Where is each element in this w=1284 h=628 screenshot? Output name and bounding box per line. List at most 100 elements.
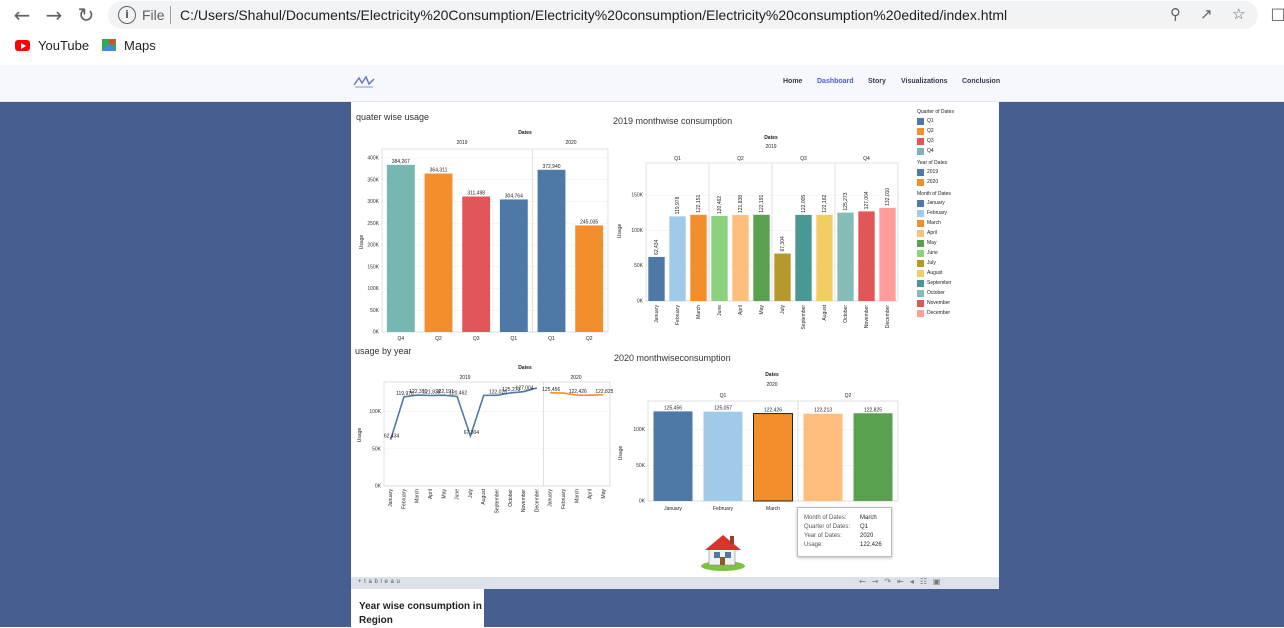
usage-by-year-chart: Dates 2019 2020 Usage 100K 50K 0K 62,434 Ja… bbox=[357, 365, 613, 513]
c2-data-label: 125,273 bbox=[843, 192, 849, 210]
legend-month-item-label: January bbox=[927, 200, 945, 206]
c2-year: 2019 bbox=[765, 144, 776, 150]
legend-quarter-item-label: Q3 bbox=[927, 138, 934, 144]
c4-bar[interactable] bbox=[753, 413, 793, 502]
legend-quarter-item[interactable]: Q1 bbox=[917, 116, 997, 126]
c2-bar[interactable] bbox=[732, 215, 749, 301]
legend-month-item[interactable]: May bbox=[917, 238, 997, 248]
share-icon[interactable]: ↗ bbox=[1200, 5, 1213, 23]
legend-month-item-swatch bbox=[917, 209, 924, 217]
c1-bar[interactable] bbox=[462, 196, 491, 332]
region-card[interactable]: Year wise consumption in Region bbox=[351, 589, 484, 627]
nav-home[interactable]: Home bbox=[783, 78, 802, 85]
bookmark-youtube[interactable]: YouTube bbox=[38, 38, 89, 53]
tooltip: Month of Dates: March Quarter of Dates: Q1… bbox=[797, 507, 892, 557]
c3-data-label: 62,434 bbox=[384, 434, 400, 440]
c2-xtick: October bbox=[843, 305, 849, 323]
nav-conclusion[interactable]: Conclusion bbox=[962, 78, 1000, 85]
c4-bar[interactable] bbox=[803, 413, 843, 501]
c2-ytick: 150K bbox=[631, 193, 643, 199]
address-bar[interactable]: i File C:/Users/Shahul/Documents/Electri… bbox=[108, 1, 1258, 29]
legend-month-item[interactable]: October bbox=[917, 288, 997, 298]
c2-bar[interactable] bbox=[648, 256, 665, 301]
reload-icon[interactable]: ↻ bbox=[74, 3, 98, 27]
nav-story[interactable]: Story bbox=[868, 78, 886, 85]
legend-quarter-item[interactable]: Q4 bbox=[917, 146, 997, 156]
nav-dashboard[interactable]: Dashboard bbox=[817, 78, 854, 85]
back-icon[interactable]: ← bbox=[10, 3, 34, 27]
c2-bar[interactable] bbox=[753, 214, 770, 301]
c3-data-label: 125,456 bbox=[542, 387, 560, 393]
c1-data-label: 245,035 bbox=[580, 219, 598, 225]
c2-bar[interactable] bbox=[690, 214, 707, 301]
sidepanel-icon[interactable]: □ bbox=[1266, 2, 1284, 26]
c2-bar[interactable] bbox=[837, 212, 854, 301]
legend-month-item[interactable]: March bbox=[917, 218, 997, 228]
tooltip-row: Usage: 122,426 bbox=[804, 542, 882, 548]
c2-bar[interactable] bbox=[795, 214, 812, 301]
c1-header: Dates bbox=[518, 130, 532, 136]
tableau-logo[interactable]: + t a b l e a u bbox=[358, 579, 400, 585]
c4-bar[interactable] bbox=[653, 411, 693, 501]
c1-ytick: 350K bbox=[367, 177, 379, 183]
home-icon[interactable] bbox=[700, 530, 746, 572]
c2-bar[interactable] bbox=[816, 214, 833, 301]
address-divider bbox=[170, 6, 171, 24]
c4-bar[interactable] bbox=[853, 413, 893, 501]
legend-month-item-label: May bbox=[927, 240, 937, 246]
star-icon[interactable]: ☆ bbox=[1232, 5, 1245, 23]
c1-ytick: 200K bbox=[367, 243, 379, 249]
legend-month-item[interactable]: June bbox=[917, 248, 997, 258]
c4-year: 2020 bbox=[766, 382, 777, 388]
c1-bar[interactable] bbox=[424, 173, 453, 332]
tableau-toolbar: + t a b l e a u ←→↷⇤◂☷▣ bbox=[351, 577, 999, 589]
site-navbar: Home Dashboard Story Visualizations Conc… bbox=[0, 65, 1284, 102]
legend-quarter-item-swatch bbox=[917, 117, 924, 125]
forward-icon[interactable]: → bbox=[42, 3, 66, 27]
c1-bar[interactable] bbox=[537, 169, 566, 332]
legend-month-item[interactable]: January bbox=[917, 198, 997, 208]
legend-quarter-item[interactable]: Q2 bbox=[917, 126, 997, 136]
c1-bar[interactable] bbox=[575, 225, 604, 332]
legend-month-item[interactable]: November bbox=[917, 298, 997, 308]
legend-month-item[interactable]: July bbox=[917, 258, 997, 268]
c1-data-label: 304,764 bbox=[505, 193, 523, 199]
legend-month-item[interactable]: December bbox=[917, 308, 997, 318]
legend-year-item-swatch bbox=[917, 168, 924, 176]
c1-bar[interactable] bbox=[386, 164, 415, 332]
info-icon[interactable]: i bbox=[118, 6, 136, 24]
nav-visualizations[interactable]: Visualizations bbox=[901, 78, 948, 85]
legend-month-item[interactable]: September bbox=[917, 278, 997, 288]
legend-quarter-item[interactable]: Q3 bbox=[917, 136, 997, 146]
c3-xtick: April bbox=[428, 489, 434, 499]
c4-bar[interactable] bbox=[703, 411, 743, 501]
legend-quarter-title: Quarter of Dates bbox=[917, 109, 954, 115]
legend-month-item[interactable]: April bbox=[917, 228, 997, 238]
legend-month-item-label: April bbox=[927, 230, 938, 236]
zoom-icon[interactable]: ⚲ bbox=[1170, 5, 1181, 23]
url-text[interactable]: C:/Users/Shahul/Documents/Electricity%20… bbox=[180, 7, 1007, 23]
legend-year-item[interactable]: 2019 bbox=[917, 167, 997, 177]
c2-bar[interactable] bbox=[774, 253, 791, 301]
c1-ytick: 250K bbox=[367, 221, 379, 227]
c2-bar[interactable] bbox=[669, 216, 686, 301]
c2-data-label: 122,162 bbox=[822, 195, 828, 213]
c2-xtick: December bbox=[885, 305, 891, 328]
c4-quarter-label: Q2 bbox=[845, 393, 852, 399]
c3-xtick: August bbox=[481, 488, 487, 504]
legend-month-item[interactable]: August bbox=[917, 268, 997, 278]
c2-bar[interactable] bbox=[879, 207, 896, 301]
toolbar-icons[interactable]: ←→↷⇤◂☷▣ bbox=[859, 577, 947, 586]
c2-bar[interactable] bbox=[858, 211, 875, 301]
c2-xtick: May bbox=[759, 305, 765, 315]
legend-month-item-swatch bbox=[917, 299, 924, 307]
site-logo[interactable] bbox=[353, 75, 375, 89]
legend-year-title: Year of Dates bbox=[917, 160, 948, 166]
bookmark-maps[interactable]: Maps bbox=[124, 38, 156, 53]
legend-year-item[interactable]: 2020 bbox=[917, 177, 997, 187]
legend-month-item[interactable]: February bbox=[917, 208, 997, 218]
c2-bar[interactable] bbox=[711, 216, 728, 301]
c1-bar[interactable] bbox=[499, 199, 528, 332]
c3-data-label: 67,304 bbox=[464, 430, 480, 436]
c3-xtick: May bbox=[441, 489, 447, 499]
